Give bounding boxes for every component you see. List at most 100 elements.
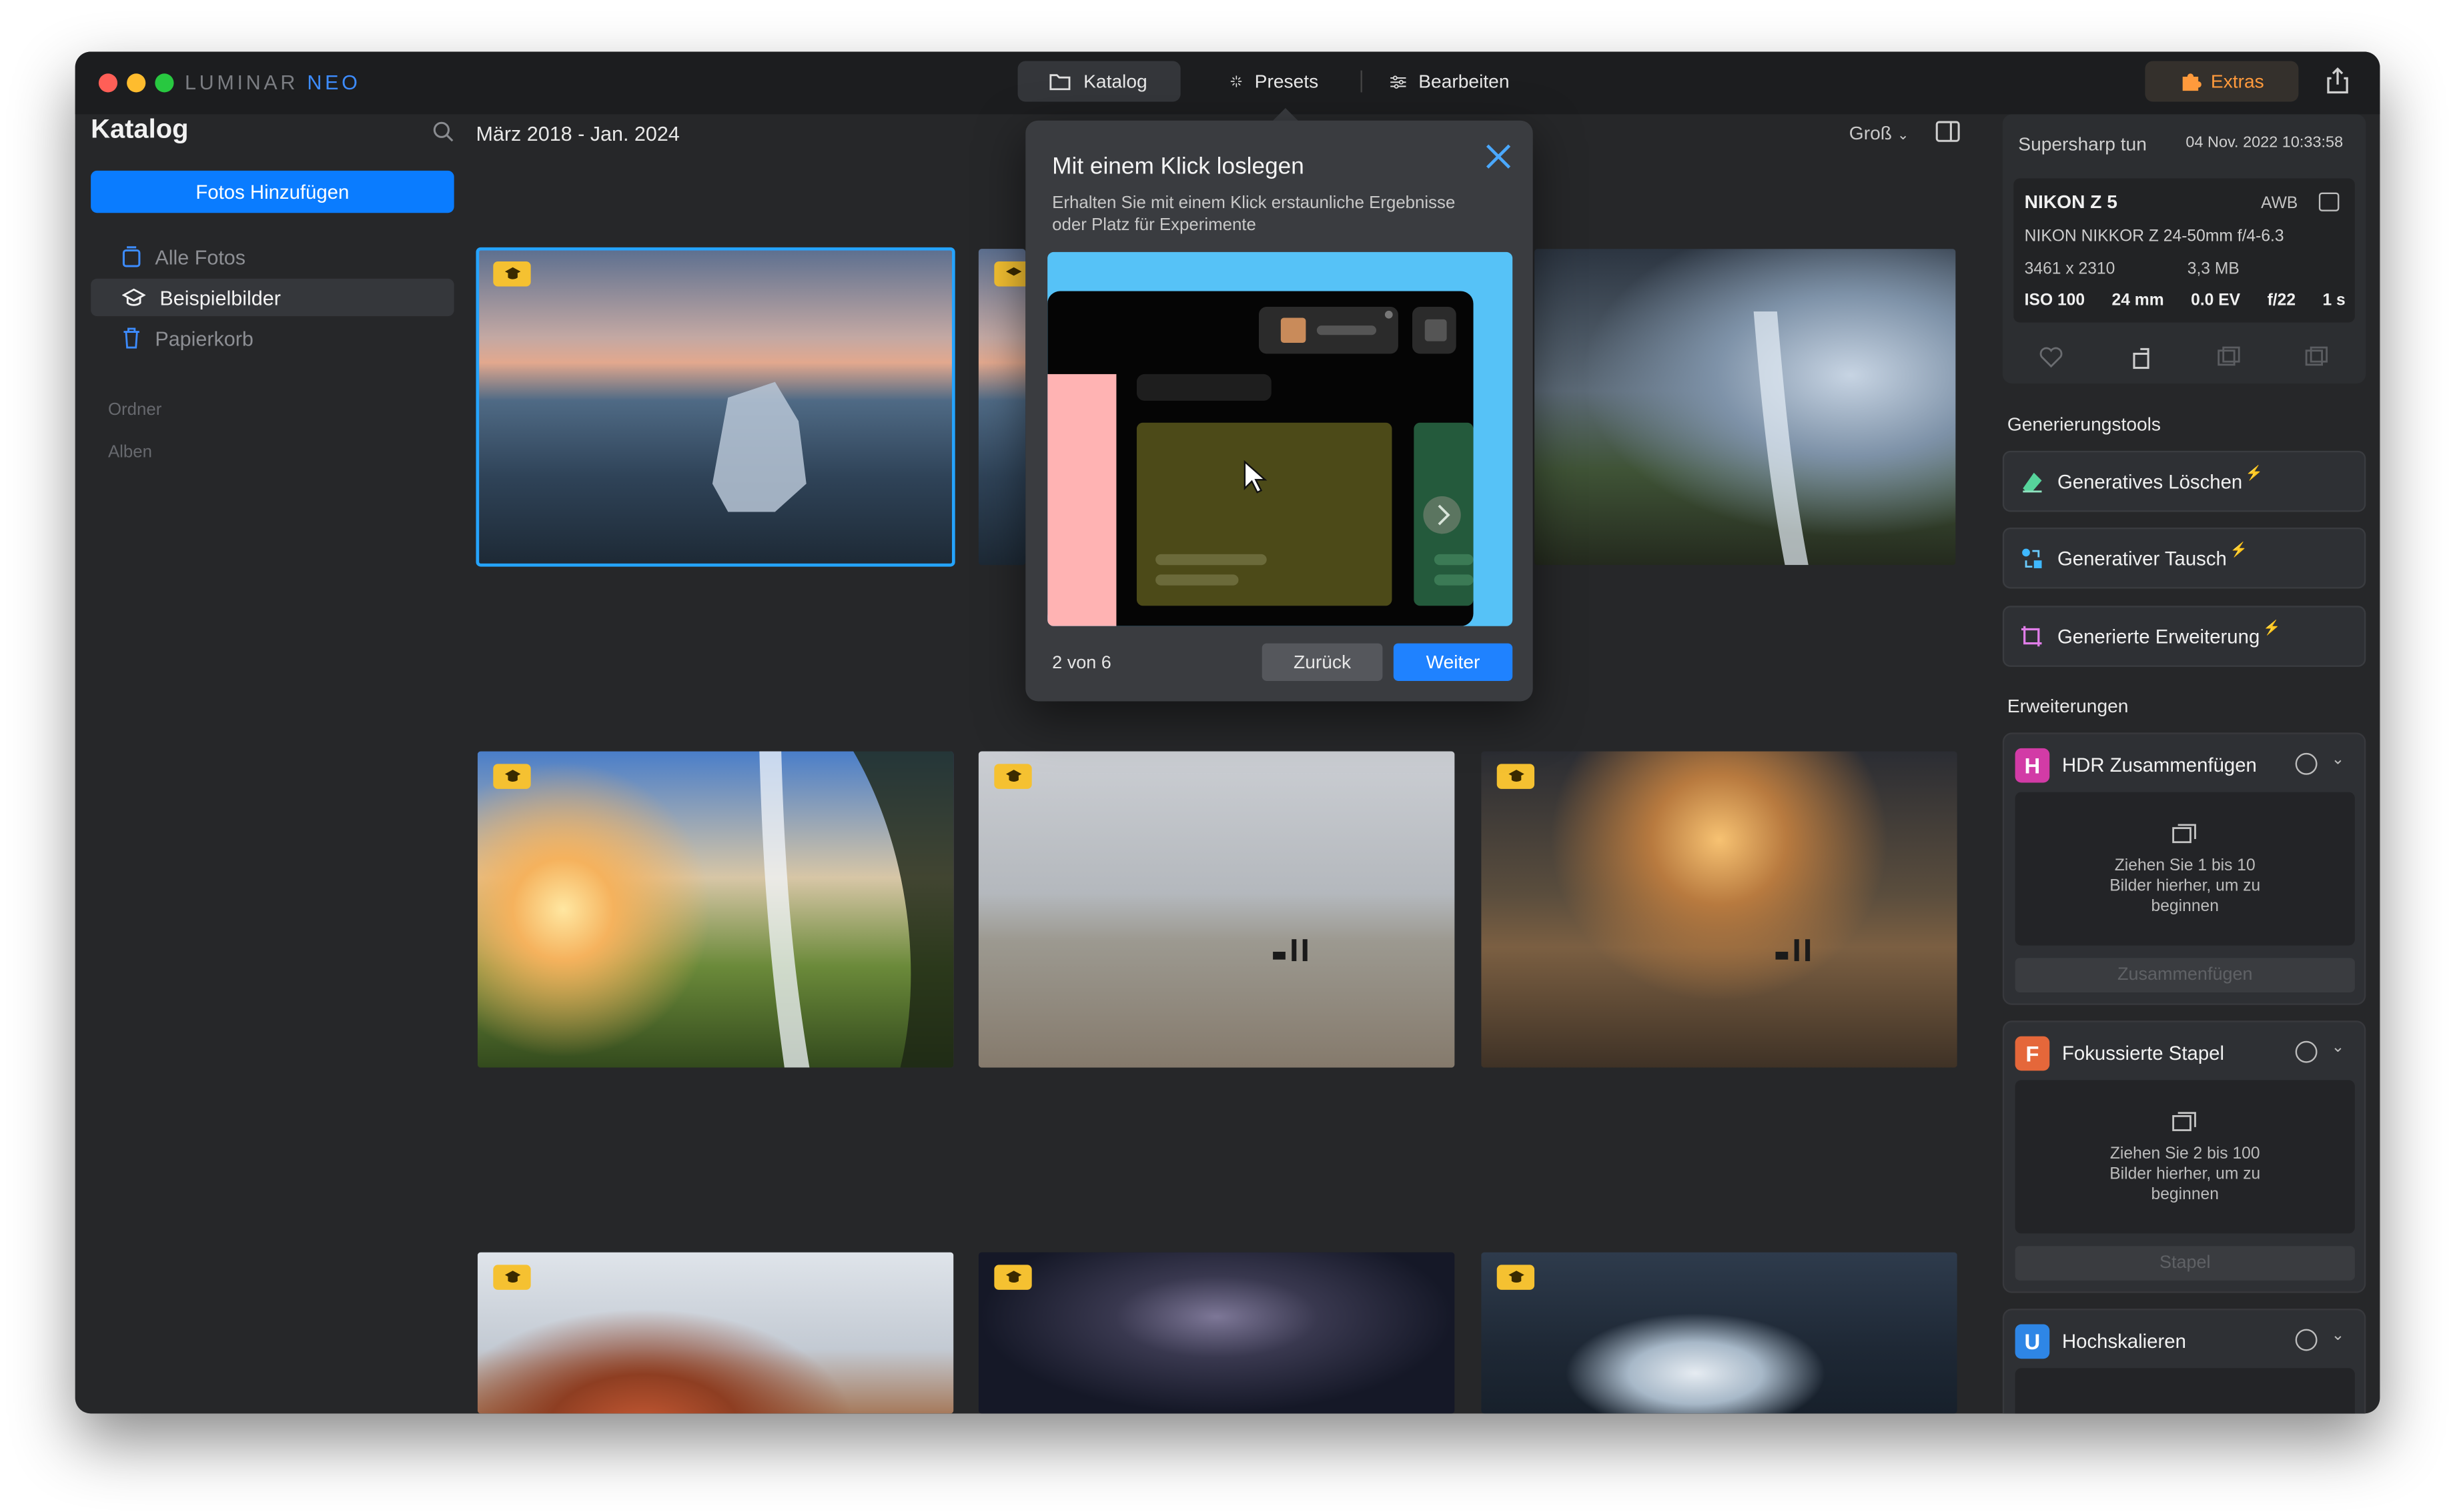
generative-swap-button[interactable]: Generativer Tausch ⚡ — [2002, 527, 2366, 589]
tab-bearbeiten[interactable]: Bearbeiten — [1368, 61, 1540, 102]
waterfall-shape — [759, 751, 954, 1068]
generative-expand-button[interactable]: Generierte Erweiterung ⚡ — [2002, 606, 2366, 667]
sample-badge — [994, 261, 1026, 287]
title-bar: LUMINAR NEO Katalog Presets Bearbeiten E… — [75, 51, 2380, 115]
panel-toggle-icon[interactable] — [1935, 121, 1961, 143]
popup-title: Mit einem Klick loslegen — [1052, 153, 1304, 180]
people-silhouette — [1775, 939, 1811, 962]
chevron-down-icon[interactable]: ⌄ — [2332, 1327, 2345, 1345]
swap-icon — [2022, 548, 2042, 568]
more-options-icon[interactable] — [2295, 1040, 2318, 1063]
popup-description: Erhalten Sie mit einem Klick erstaunlich… — [1052, 194, 1456, 235]
hdr-title: HDR Zusammenfügen — [2061, 754, 2257, 777]
people-silhouette — [1273, 939, 1308, 962]
close-window-button[interactable] — [98, 73, 118, 93]
preset-name: Supersharp tun — [2018, 133, 2147, 155]
thumbnail-beach-sunset[interactable] — [1481, 751, 1957, 1068]
eraser-icon — [2023, 472, 2042, 492]
expand-icon[interactable] — [2318, 192, 2340, 211]
white-balance: AWB — [2261, 194, 2298, 213]
graduation-cap-icon — [122, 287, 146, 305]
tab-presets[interactable]: Presets — [1209, 61, 1350, 102]
puzzle-icon — [2182, 73, 2201, 91]
images-icon — [2172, 824, 2196, 844]
focus-drop-zone[interactable]: Ziehen Sie 2 bis 100 Bilder hierher, um … — [2015, 1080, 2355, 1234]
focus-title: Fokussierte Stapel — [2061, 1042, 2224, 1064]
upscale-drop-zone[interactable] — [2015, 1368, 2355, 1414]
thumbnail-milky-way[interactable] — [978, 1252, 1455, 1414]
app-logo: LUMINAR NEO — [184, 70, 361, 94]
file-size: 3,3 MB — [2187, 259, 2240, 279]
sparkle-icon — [1230, 75, 1242, 87]
more-options-icon[interactable] — [2295, 752, 2318, 775]
upscale-title: Hochskalieren — [2061, 1330, 2186, 1353]
thumbnail-waterfall-sunset[interactable] — [477, 751, 954, 1068]
thumbnail-beach-overcast[interactable] — [978, 751, 1455, 1068]
exif-row: ISO 100 24 mm 0.0 EV f/22 1 s — [2025, 291, 2346, 310]
stack-button[interactable]: Stapel — [2015, 1246, 2355, 1281]
add-photos-button[interactable]: Fotos Hinzufügen — [91, 170, 454, 213]
graduation-cap-icon — [504, 1271, 520, 1283]
thumbnail-rock-arch[interactable] — [477, 1252, 954, 1414]
sample-badge — [994, 1265, 1032, 1290]
compare-icon[interactable] — [2216, 344, 2241, 369]
chevron-down-icon[interactable]: ⌄ — [2332, 1039, 2345, 1056]
heart-icon[interactable] — [2039, 344, 2064, 369]
exposure-value: 0.0 EV — [2191, 291, 2241, 310]
ai-bolt-icon: ⚡ — [2230, 542, 2248, 558]
thumbnail-size-select[interactable]: Groß ⌄ — [1849, 122, 1909, 144]
tab-katalog[interactable]: Katalog — [1017, 61, 1181, 102]
close-icon[interactable] — [1483, 141, 1514, 172]
upscale-panel: U Hochskalieren ⌄ — [2002, 1309, 2366, 1414]
onboarding-popup: Mit einem Klick loslegen Erhalten Sie mi… — [1025, 120, 1533, 702]
ai-bolt-icon: ⚡ — [2262, 620, 2281, 636]
sidebar-section-folders[interactable]: Ordner — [108, 401, 161, 420]
sidebar-item-trash[interactable]: Papierkorb — [91, 319, 454, 357]
share-icon[interactable] — [2320, 64, 2355, 99]
thumbnail-iceberg[interactable] — [476, 247, 955, 567]
popup-illustration — [1047, 251, 1513, 626]
minimize-window-button[interactable] — [127, 73, 146, 93]
graduation-cap-icon — [1508, 1271, 1524, 1283]
step-counter: 2 von 6 — [1052, 654, 1111, 674]
back-button[interactable]: Zurück — [1262, 643, 1383, 681]
thumbnail-ice-cave[interactable] — [1481, 1252, 1957, 1414]
sidebar-section-albums[interactable]: Alben — [108, 443, 152, 462]
photo-stack-icon — [122, 246, 141, 267]
zoom-window-button[interactable] — [155, 73, 174, 93]
ai-bolt-icon: ⚡ — [2245, 465, 2264, 481]
info-actions — [2003, 344, 2366, 372]
duplicate-icon[interactable] — [2303, 344, 2328, 369]
images-icon — [2172, 1112, 2196, 1131]
app-window: LUMINAR NEO Katalog Presets Bearbeiten E… — [75, 51, 2380, 1414]
capture-date: 04 Nov. 2022 10:33:58 — [2185, 134, 2344, 152]
waterfall-shape — [1753, 311, 1809, 566]
rotate-icon[interactable] — [2129, 344, 2155, 369]
iceberg-shape — [712, 382, 807, 512]
sidebar-item-all-photos[interactable]: Alle Fotos — [91, 238, 454, 275]
sidebar-title: Katalog — [91, 114, 189, 144]
focus-stacking-panel: F Fokussierte Stapel ⌄ Ziehen Sie 2 bis … — [2002, 1020, 2366, 1293]
hdr-drop-zone[interactable]: Ziehen Sie 1 bis 10 Bilder hierher, um z… — [2015, 792, 2355, 946]
lens-model: NIKON NIKKOR Z 24-50mm f/4-6.3 — [2024, 227, 2284, 246]
generative-erase-button[interactable]: Generatives Löschen ⚡ — [2002, 450, 2366, 512]
sidebar-item-sample-images[interactable]: Beispielbilder — [91, 278, 454, 317]
extras-button[interactable]: Extras — [2145, 61, 2299, 102]
merge-button[interactable]: Zusammenfügen — [2015, 958, 2355, 992]
chevron-down-icon[interactable]: ⌄ — [2332, 752, 2345, 769]
focus-drop-hint: Ziehen Sie 2 bis 100 Bilder hierher, um … — [2109, 1144, 2261, 1204]
thumbnail-waterfall-grey[interactable] — [1534, 249, 1956, 566]
search-icon[interactable] — [432, 121, 454, 143]
next-button[interactable]: Weiter — [1393, 643, 1513, 681]
focus-extension-icon: F — [2015, 1036, 2050, 1071]
shutter-speed: 1 s — [2322, 291, 2346, 310]
preset-illustration — [1047, 291, 1474, 626]
date-range-title: März 2018 - Jan. 2024 — [476, 122, 680, 146]
crop-expand-icon — [2021, 625, 2042, 646]
extensions-heading: Erweiterungen — [2007, 695, 2129, 717]
more-options-icon[interactable] — [2295, 1329, 2318, 1351]
chevron-down-icon: ⌄ — [1897, 127, 1909, 143]
nav-divider — [1360, 70, 1362, 93]
hdr-extension-icon: H — [2015, 748, 2050, 783]
thumbnail-partial[interactable] — [978, 249, 1026, 566]
